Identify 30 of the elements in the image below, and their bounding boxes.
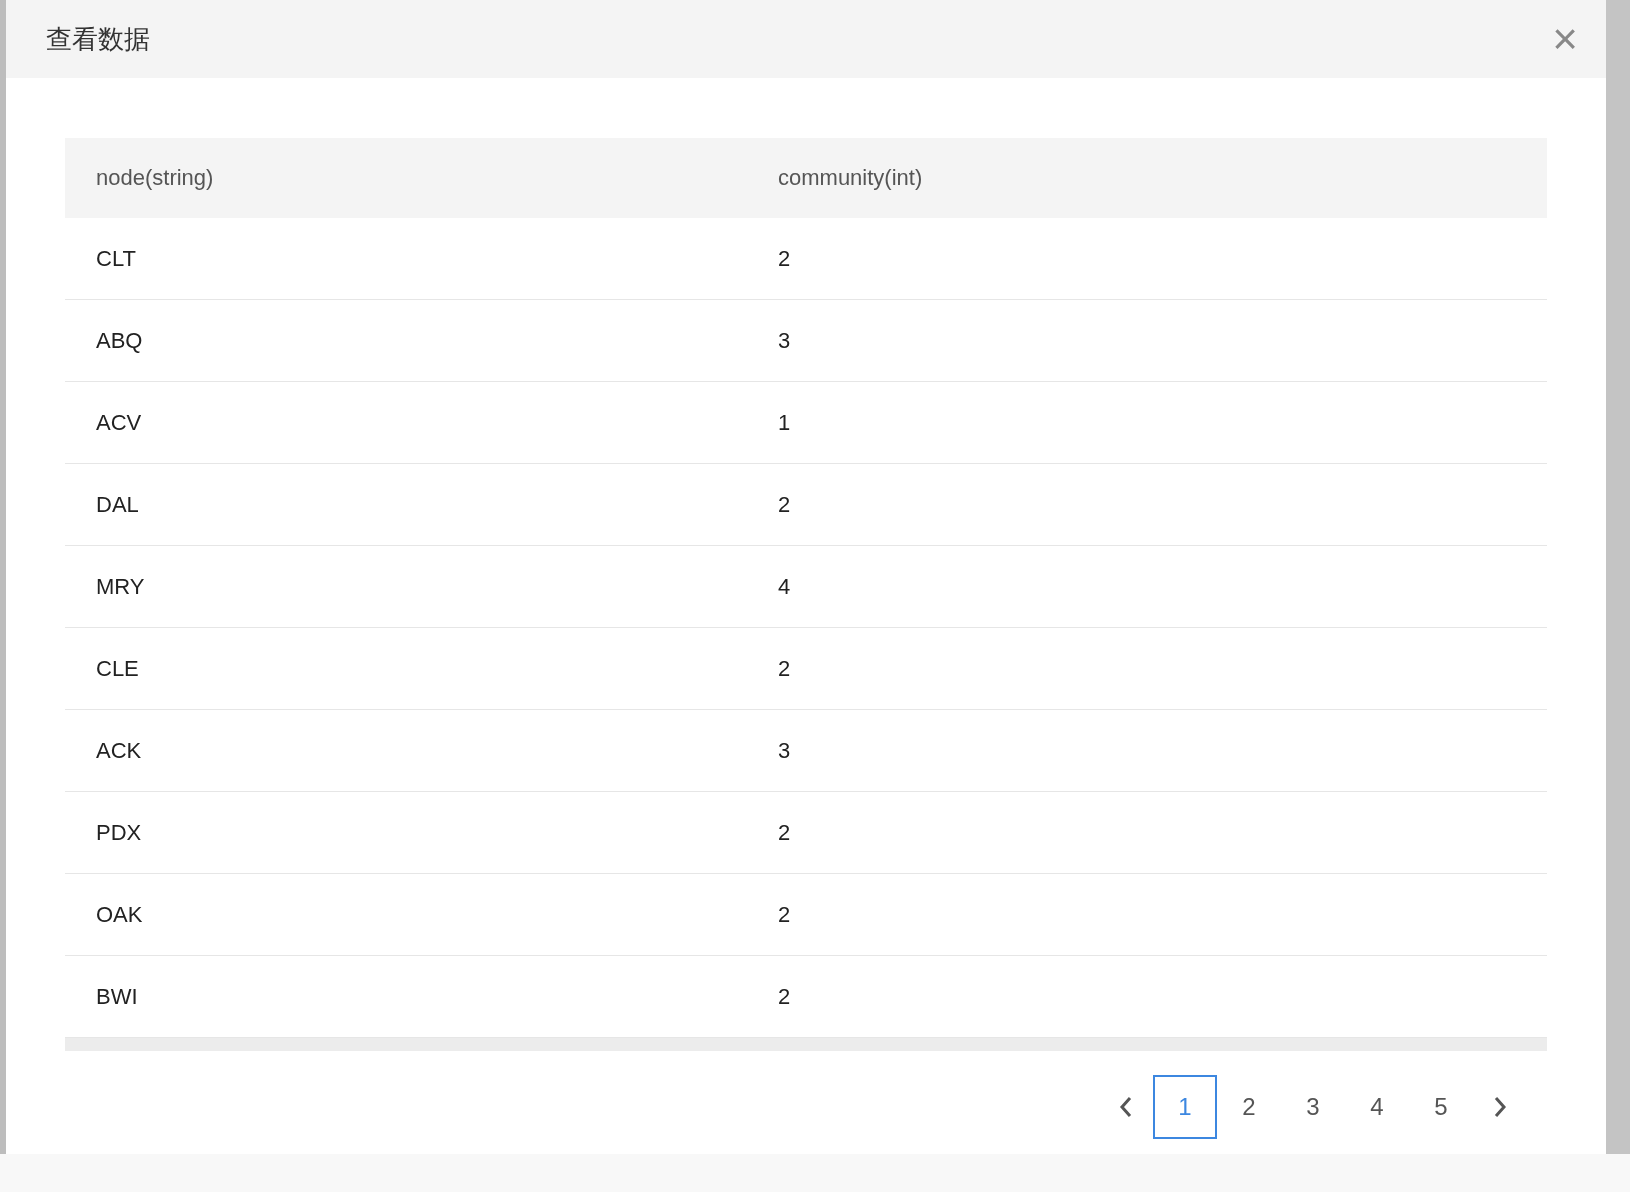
table-cell-text: 2 bbox=[777, 901, 791, 928]
page-button[interactable]: 3 bbox=[1281, 1075, 1345, 1139]
table-cell-text: OAK bbox=[95, 901, 144, 928]
table-cell-text: 3 bbox=[777, 737, 791, 764]
table-cell-text: 2 bbox=[777, 983, 791, 1010]
table-cell-text: DAL bbox=[95, 491, 140, 518]
page-button[interactable]: 5 bbox=[1409, 1075, 1473, 1139]
table-cell-text: 2 bbox=[777, 491, 791, 518]
chevron-right-icon bbox=[1493, 1096, 1507, 1118]
table-cell-text: ABQ bbox=[95, 327, 144, 354]
column-header: community(int) bbox=[777, 165, 923, 191]
table-cell-text: 4 bbox=[777, 573, 791, 600]
table-cell-text: 1 bbox=[777, 409, 791, 436]
dialog-title: 查看数据 bbox=[46, 22, 150, 56]
table-cell-text: ACK bbox=[95, 737, 143, 764]
table-cell-text: MRY bbox=[95, 573, 146, 600]
table-cell-text: 2 bbox=[777, 819, 791, 846]
table-cell-text: PDX bbox=[95, 819, 143, 846]
table-cell-text: CLT bbox=[95, 245, 137, 272]
table-cell-text: 3 bbox=[777, 327, 791, 354]
table-cell-text: ACV bbox=[95, 409, 143, 436]
table-cell-text: BWI bbox=[95, 983, 139, 1010]
page-button[interactable]: 4 bbox=[1345, 1075, 1409, 1139]
column-header: node(string) bbox=[95, 165, 215, 191]
table-cell-text: CLE bbox=[95, 655, 140, 682]
table-cell-text: 2 bbox=[777, 655, 791, 682]
page-button[interactable]: 1 bbox=[1153, 1075, 1217, 1139]
page-button[interactable]: 2 bbox=[1217, 1075, 1281, 1139]
table-cell-text: 2 bbox=[777, 245, 791, 272]
chevron-left-icon bbox=[1119, 1096, 1133, 1118]
